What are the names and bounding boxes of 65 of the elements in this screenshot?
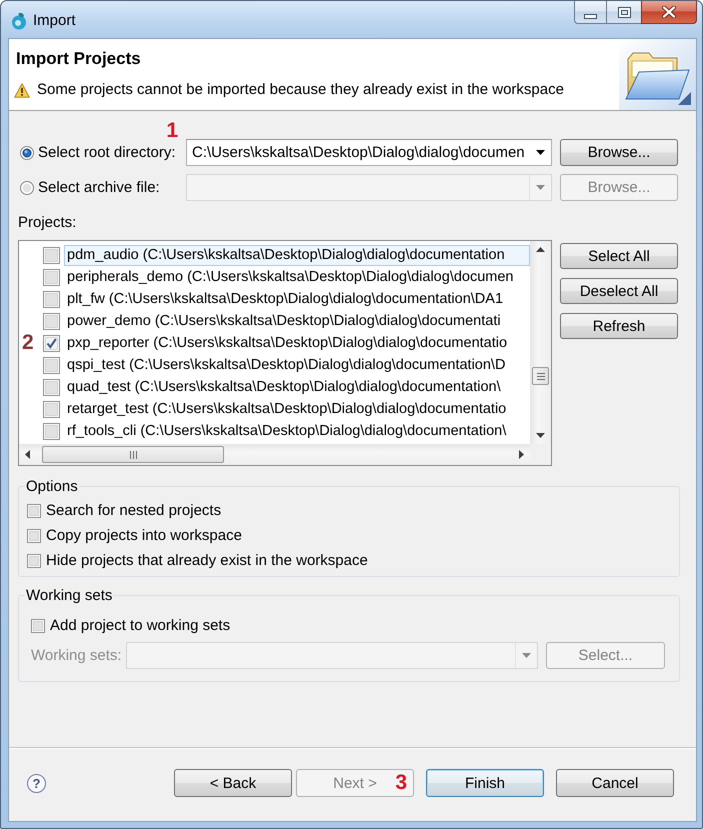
dialog-button[interactable]: Finish	[426, 769, 544, 797]
selection-button[interactable]: Select All	[560, 243, 678, 269]
project-item[interactable]: quad_test (C:\Users\kskaltsa\Desktop\Dialog\dialog\documentation\	[64, 376, 530, 398]
close-button[interactable]	[641, 1, 697, 24]
warning-icon	[14, 82, 30, 98]
checkbox[interactable]	[43, 290, 60, 308]
vertical-scrollbar[interactable]	[530, 241, 551, 444]
maximize-button[interactable]	[606, 1, 641, 24]
scroll-right-icon[interactable]	[519, 450, 524, 459]
checkbox-label[interactable]: Copy projects into workspace	[46, 527, 242, 544]
caret-icon	[522, 653, 531, 658]
checkbox[interactable]	[43, 422, 60, 440]
project-item[interactable]: qspi_test (C:\Users\kskaltsa\Desktop\Dialog\dialog\documentation\D	[64, 354, 530, 376]
project-item[interactable]: retarget_test (C:\Users\kskaltsa\Desktop\Dialog\dialog\documentatio	[64, 398, 530, 420]
page-title: Import Projects	[15, 48, 142, 70]
scroll-thumb[interactable]	[42, 446, 224, 463]
checkbox[interactable]	[43, 246, 60, 264]
scroll-thumb[interactable]	[532, 367, 549, 385]
annotation-number: 1	[166, 120, 178, 142]
section-label: Projects:	[18, 214, 78, 231]
caret-icon	[536, 150, 544, 155]
caret-icon	[536, 185, 545, 190]
horizontal-scrollbar[interactable]	[19, 444, 530, 465]
path-combo[interactable]: C:\Users\kskaltsa\Desktop\Dialog\dialog\documen	[186, 139, 552, 166]
checkbox[interactable]	[27, 554, 41, 568]
group-title: Working sets	[25, 587, 114, 604]
dialog-button[interactable]: < Back	[174, 769, 292, 797]
scroll-up-icon[interactable]	[536, 247, 545, 252]
selection-button[interactable]: Refresh	[560, 313, 678, 339]
project-item[interactable]: pxp_reporter (C:\Users\kskaltsa\Desktop\Dialog\dialog\documentatio	[64, 332, 530, 354]
checkbox[interactable]	[27, 528, 41, 542]
project-item[interactable]: plt_fw (C:\Users\kskaltsa\Desktop\Dialog\dialog\documentation\DA1	[64, 288, 530, 310]
dialog-button[interactable]: Cancel	[556, 769, 674, 797]
annotation-number: 3	[395, 772, 407, 794]
checkbox-label[interactable]: Search for nested projects	[46, 502, 222, 519]
project-item[interactable]: rf_tools_cli (C:\Users\kskaltsa\Desktop\Dialog\dialog\documentation\	[64, 420, 530, 442]
help-button[interactable]: ?	[27, 774, 46, 792]
close-icon	[662, 6, 676, 18]
project-item[interactable]: pdm_audio (C:\Users\kskaltsa\Desktop\Dialog\dialog\documentation	[64, 244, 530, 266]
folder-icon	[619, 39, 696, 110]
window-title: Import	[33, 12, 76, 30]
checkbox[interactable]	[43, 378, 60, 396]
minimize-icon	[584, 14, 597, 18]
checkbox[interactable]	[43, 268, 60, 286]
checkbox[interactable]	[43, 356, 60, 374]
warning-message: Some projects cannot be imported because they already exist in the workspace	[37, 80, 564, 100]
minimize-button[interactable]	[574, 1, 606, 24]
checkbox[interactable]	[43, 334, 60, 352]
browse-button[interactable]: Browse...	[560, 139, 678, 166]
checkbox[interactable]	[43, 312, 60, 330]
checkbox[interactable]	[27, 504, 41, 518]
project-item[interactable]: peripherals_demo (C:\Users\kskaltsa\Desktop\Dialog\dialog\documen	[64, 266, 530, 288]
selection-button[interactable]: Deselect All	[560, 278, 678, 304]
group-title: Options	[25, 478, 79, 495]
annotation-number: 2	[22, 332, 34, 354]
scroll-down-icon[interactable]	[536, 433, 545, 438]
app-icon	[10, 12, 28, 30]
checkbox-label[interactable]: Hide projects that already exist in the workspace	[46, 552, 368, 569]
checkbox[interactable]	[43, 400, 60, 418]
radio-label[interactable]: Select root directory:	[38, 144, 176, 161]
field-label: Working sets:	[31, 647, 123, 664]
maximize-icon	[618, 6, 630, 18]
radio-button[interactable]	[20, 146, 34, 160]
project-item[interactable]: power_demo (C:\Users\kskaltsa\Desktop\Dialog\dialog\documentati	[64, 310, 530, 332]
scroll-left-icon[interactable]	[25, 450, 30, 459]
